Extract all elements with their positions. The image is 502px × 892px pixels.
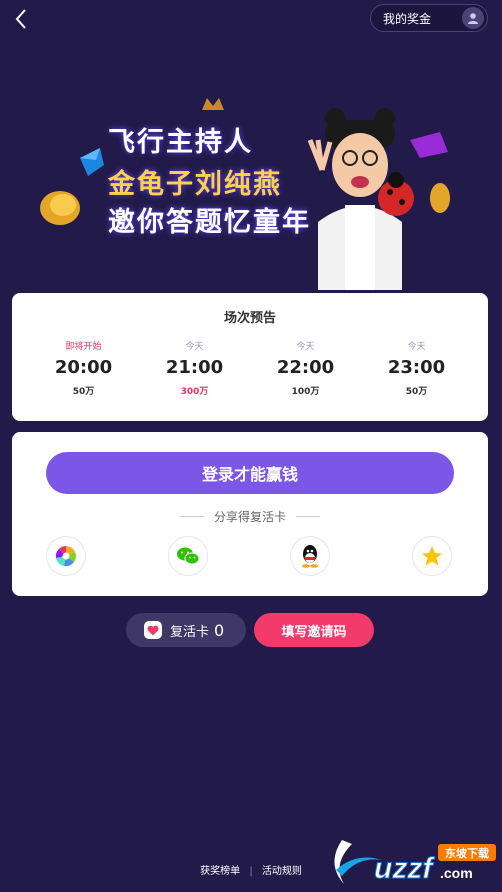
- star-icon: [422, 546, 442, 566]
- my-prize-button[interactable]: 我的奖金: [370, 4, 488, 32]
- invite-code-button[interactable]: 填写邀请码: [254, 613, 374, 647]
- revive-card-count: 0: [214, 620, 225, 640]
- back-button[interactable]: [10, 6, 32, 32]
- share-qq-button[interactable]: [290, 536, 330, 576]
- banner-line-3: 邀你答题忆童年: [108, 207, 311, 238]
- promo-banner[interactable]: 飞行主持人 金龟子刘纯燕 邀你答题忆童年: [0, 40, 502, 290]
- slot-prize: 300万: [180, 387, 209, 397]
- login-card: 登录才能赢钱 分享得复活卡: [12, 432, 488, 596]
- watermark-tag: 东坡下载: [445, 846, 489, 860]
- schedule-slot: 即将开始 20:00 50万: [28, 339, 139, 397]
- watermark-logo: uzzf .com 东坡下载: [322, 830, 502, 892]
- leaderboard-link[interactable]: 获奖榜单: [200, 866, 240, 877]
- revive-card-label: 复活卡: [170, 624, 210, 640]
- watermark-brand: uzzf: [374, 852, 435, 885]
- coin-icon: [430, 183, 450, 213]
- login-button[interactable]: 登录才能赢钱: [46, 452, 454, 494]
- divider: [296, 516, 320, 517]
- photos-icon: [55, 546, 76, 567]
- slot-time: 22:00: [276, 357, 335, 378]
- schedule-title: 场次预告: [223, 311, 276, 326]
- share-moments-button[interactable]: [46, 536, 86, 576]
- slot-prize: 50万: [405, 387, 428, 397]
- rules-link[interactable]: 活动规则: [262, 866, 302, 877]
- slot-status: 今天: [296, 342, 315, 352]
- schedule-slot: 今天 22:00 100万: [250, 339, 361, 397]
- chevron-left-icon: [15, 9, 26, 29]
- crown-icon: [202, 98, 224, 110]
- slot-time: 20:00: [54, 357, 113, 378]
- coin-icon: [40, 191, 80, 225]
- schedule-slot: 今天 23:00 50万: [361, 339, 472, 397]
- qq-icon: [302, 545, 318, 568]
- schedule-slot: 今天 21:00 300万: [139, 339, 250, 397]
- host-figure: [307, 108, 414, 290]
- schedule-card: 场次预告 即将开始 20:00 50万 今天 21:00 300万 今天 22:…: [12, 293, 488, 421]
- slot-prize: 50万: [72, 387, 95, 397]
- gem-icon: [80, 148, 104, 176]
- slot-time: 23:00: [387, 357, 446, 378]
- schedule-slots: 即将开始 20:00 50万 今天 21:00 300万 今天 22:00 10…: [28, 339, 472, 397]
- slot-prize: 100万: [291, 387, 320, 397]
- share-label: 分享得复活卡: [213, 510, 286, 524]
- banner-line-1: 飞行主持人: [108, 127, 253, 158]
- footer-separator: |: [249, 866, 253, 877]
- slot-time: 21:00: [165, 357, 224, 378]
- share-qzone-button[interactable]: [412, 536, 452, 576]
- revive-card-badge: 复活卡 0: [126, 613, 246, 647]
- gem-icon: [410, 132, 448, 158]
- banner-line-2: 金龟子刘纯燕: [108, 169, 282, 200]
- slot-status: 即将开始: [65, 342, 102, 352]
- heart-icon: [144, 621, 162, 639]
- wechat-icon: [177, 547, 200, 565]
- share-wechat-button[interactable]: [168, 536, 208, 576]
- user-icon: [462, 7, 484, 29]
- watermark-suffix: .com: [440, 865, 473, 881]
- slot-status: 今天: [407, 342, 426, 352]
- my-prize-label: 我的奖金: [383, 11, 432, 26]
- share-icons: [44, 536, 456, 576]
- slot-status: 今天: [185, 342, 204, 352]
